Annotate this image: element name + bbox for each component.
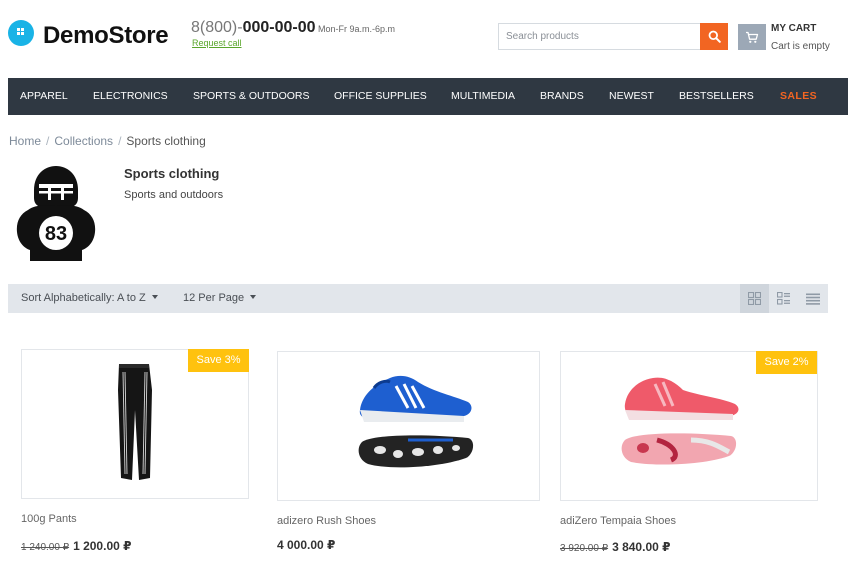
per-page-label: 12 Per Page (183, 292, 245, 304)
list-view-icon (805, 293, 820, 305)
list-view-button[interactable] (798, 284, 827, 313)
breadcrumb-current: Sports clothing (126, 134, 206, 148)
breadcrumb-separator: / (118, 134, 122, 148)
breadcrumb: Home / Collections / Sports clothing (9, 134, 206, 148)
search-button[interactable] (700, 23, 728, 50)
discount-badge: Save 2% (756, 351, 817, 374)
breadcrumb-home[interactable]: Home (9, 134, 41, 148)
collection-title: Sports clothing (124, 166, 220, 181)
nav-item-electronics[interactable]: ELECTRONICS (93, 78, 168, 115)
cart-icon (746, 31, 759, 43)
collection-image: 83 (8, 160, 104, 262)
old-price: 1 240.00 ₽ (21, 542, 70, 553)
nav-item-sales[interactable]: SALES (780, 78, 817, 115)
product-image-pants[interactable] (22, 350, 248, 498)
nav-item-office-supplies[interactable]: OFFICE SUPPLIES (334, 78, 427, 115)
nav-item-newest[interactable]: NEWEST (609, 78, 654, 115)
nav-item-bestsellers[interactable]: BESTSELLERS (679, 78, 754, 115)
product-image-rush-shoes[interactable] (278, 352, 539, 500)
product-price: 4 000.00 ₽ (277, 538, 335, 552)
grid-view-icon (748, 292, 761, 305)
list-grid-view-icon (777, 292, 790, 305)
chevron-down-icon (151, 295, 158, 299)
current-price: 1 200.00 ₽ (73, 539, 132, 553)
product-name[interactable]: adiZero Tempaia Shoes (560, 515, 676, 527)
product-card[interactable] (277, 351, 540, 501)
breadcrumb-separator: / (46, 134, 50, 148)
phone-main: 000-00-00 (242, 19, 316, 36)
request-call-link[interactable]: Request call (192, 38, 242, 48)
phone-number: 8(800)-000-00-00 (191, 19, 316, 37)
cart-title[interactable]: MY CART (771, 23, 816, 34)
product-price: 1 240.00 ₽1 200.00 ₽ (21, 539, 131, 553)
store-logo-icon[interactable] (8, 20, 34, 46)
search-box (498, 23, 700, 50)
phone-prefix: 8(800)- (191, 19, 243, 36)
working-hours: Mon-Fr 9a.m.-6p.m (318, 24, 396, 34)
chevron-down-icon (250, 295, 257, 299)
nav-item-brands[interactable]: BRANDS (540, 78, 584, 115)
search-input[interactable] (499, 24, 700, 49)
nav-item-apparel[interactable]: APPAREL (20, 78, 68, 115)
main-nav: APPAREL ELECTRONICS SPORTS & OUTDOORS OF… (8, 78, 848, 115)
cart-status: Cart is empty (771, 41, 830, 52)
cart-button[interactable] (738, 24, 766, 50)
list-grid-view-button[interactable] (769, 284, 798, 313)
sort-label: Sort Alphabetically: A to Z (21, 292, 146, 304)
per-page-dropdown[interactable]: 12 Per Page (183, 284, 257, 313)
discount-badge: Save 3% (188, 349, 249, 372)
nav-item-multimedia[interactable]: MULTIMEDIA (451, 78, 515, 115)
product-name[interactable]: 100g Pants (21, 513, 77, 525)
store-name[interactable]: DemoStore (43, 22, 169, 50)
old-price: 3 920.00 ₽ (560, 543, 609, 554)
breadcrumb-collections[interactable]: Collections (54, 134, 113, 148)
sort-dropdown[interactable]: Sort Alphabetically: A to Z (21, 284, 158, 313)
football-player-icon: 83 (16, 166, 96, 261)
product-name[interactable]: adizero Rush Shoes (277, 515, 376, 527)
current-price: 4 000.00 ₽ (277, 538, 336, 552)
current-price: 3 840.00 ₽ (612, 540, 671, 554)
collection-description: Sports and outdoors (124, 189, 224, 201)
nav-item-sports-outdoors[interactable]: SPORTS & OUTDOORS (193, 78, 310, 115)
product-toolbar: Sort Alphabetically: A to Z 12 Per Page (8, 284, 828, 313)
product-price: 3 920.00 ₽3 840.00 ₽ (560, 540, 670, 554)
grid-view-button[interactable] (740, 284, 769, 313)
search-icon (708, 30, 721, 43)
product-image-tempaia-shoes[interactable] (561, 352, 817, 500)
jersey-number: 83 (45, 223, 67, 245)
